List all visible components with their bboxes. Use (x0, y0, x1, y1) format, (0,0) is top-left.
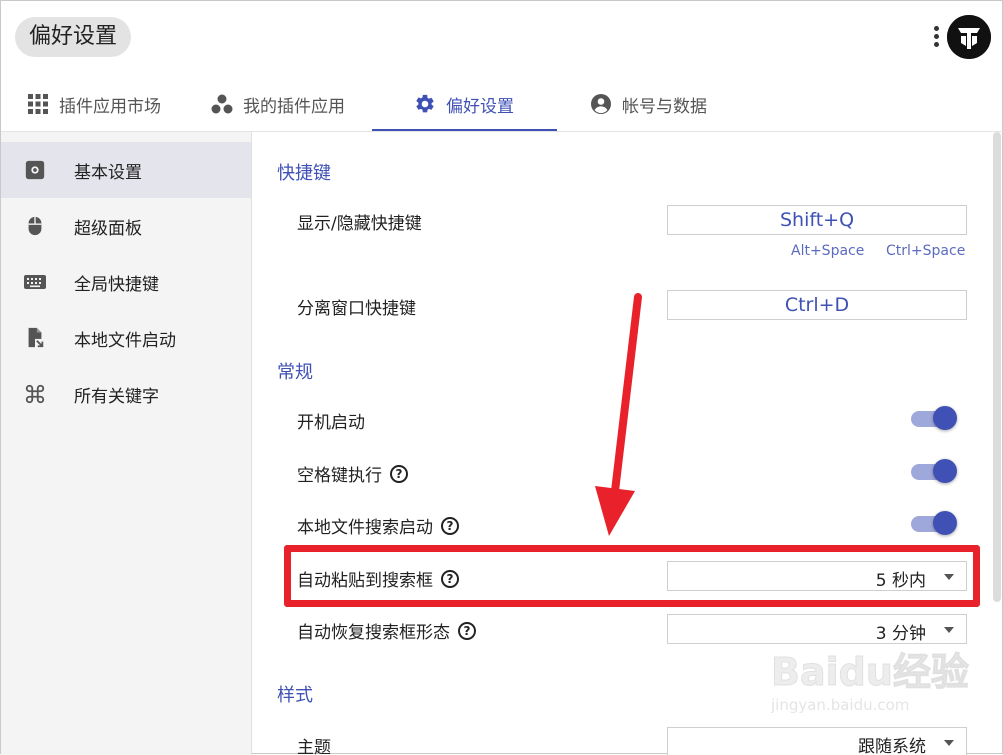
account-icon (591, 94, 611, 114)
theme-label: 主题 (297, 738, 331, 755)
space-exec-toggle[interactable] (909, 458, 957, 484)
chevron-down-icon (944, 740, 954, 746)
autostart-label: 开机启动 (297, 408, 365, 433)
tab-label: 帐号与数据 (622, 96, 707, 117)
content-scrollbar[interactable] (993, 132, 1001, 602)
page-title: 偏好设置 (15, 17, 132, 57)
baidu-watermark: Baidu经验 jingyan.baidu.com (771, 641, 991, 736)
detach-window-shortcut-input[interactable]: Ctrl+D (667, 290, 967, 320)
sidebar-item-label: 全局快捷键 (74, 274, 159, 295)
sidebar-item-label: 基本设置 (74, 162, 142, 183)
sidebar-item-global-hotkeys[interactable]: 全局快捷键 (1, 254, 251, 310)
sidebar-item-label: 所有关键字 (74, 386, 159, 407)
tab-my-plugins[interactable]: 我的插件应用 (211, 77, 345, 131)
app-logo[interactable] (947, 15, 991, 59)
autostart-toggle[interactable] (909, 405, 957, 431)
gear-icon (416, 94, 434, 113)
section-title-general: 常规 (277, 362, 313, 383)
more-vertical-icon[interactable] (927, 23, 945, 53)
apps-cluster-icon (211, 94, 233, 114)
detach-window-shortcut-label: 分离窗口快捷键 (297, 299, 416, 319)
help-icon[interactable]: ? (458, 621, 476, 640)
tab-preferences[interactable]: 偏好设置 (414, 77, 514, 131)
hint-ctrl-space[interactable]: Ctrl+Space (886, 243, 965, 259)
sidebar: 基本设置 超级面板 全局快捷键 本地文件启动 所有关键字 (1, 132, 252, 755)
local-search-label-text: 本地文件搜索启动 (297, 518, 433, 538)
red-highlight-box (284, 545, 980, 607)
sidebar-item-all-keywords[interactable]: 所有关键字 (1, 366, 251, 422)
autostart-label-text: 开机启动 (297, 413, 365, 433)
space-exec-label-text: 空格键执行 (297, 466, 382, 486)
local-search-label: 本地文件搜索启动? (297, 513, 459, 538)
keyboard-icon (23, 270, 47, 294)
command-key-icon (23, 382, 47, 406)
settings-box-icon (23, 158, 47, 182)
mouse-icon (23, 214, 47, 238)
tab-plugin-market[interactable]: 插件应用市场 (27, 77, 161, 131)
tab-label: 插件应用市场 (59, 96, 161, 117)
auto-restore-label-text: 自动恢复搜索框形态 (297, 623, 450, 643)
sidebar-item-label: 超级面板 (74, 218, 142, 239)
watermark-url: jingyan.baidu.com (771, 696, 910, 714)
auto-restore-label: 自动恢复搜索框形态? (297, 618, 476, 643)
chevron-down-icon (944, 627, 954, 633)
help-icon[interactable]: ? (390, 464, 408, 483)
sidebar-item-basic-settings[interactable]: 基本设置 (1, 142, 251, 198)
tab-account-data[interactable]: 帐号与数据 (590, 77, 707, 131)
section-title-style: 样式 (277, 685, 313, 706)
help-icon[interactable]: ? (441, 516, 459, 535)
sidebar-item-label: 本地文件启动 (74, 330, 176, 351)
local-search-toggle[interactable] (909, 510, 957, 536)
section-title-shortcuts: 快捷键 (277, 163, 331, 184)
grid-icon (28, 94, 48, 114)
main-tabs: 插件应用市场 我的插件应用 偏好设置 帐号与数据 (1, 77, 1003, 132)
red-arrow-annotation (595, 293, 642, 536)
tab-label: 偏好设置 (446, 96, 514, 117)
file-launch-icon (23, 326, 47, 350)
space-exec-label: 空格键执行? (297, 461, 408, 486)
show-hide-shortcut-label: 显示/隐藏快捷键 (297, 214, 422, 234)
sidebar-item-local-file-launch[interactable]: 本地文件启动 (1, 310, 251, 366)
show-hide-shortcut-input[interactable]: Shift+Q (667, 205, 967, 235)
sidebar-item-super-panel[interactable]: 超级面板 (1, 198, 251, 254)
auto-restore-select[interactable]: 3 分钟 (667, 614, 967, 644)
hint-alt-space[interactable]: Alt+Space (791, 243, 864, 259)
app-window: 偏好设置 插件应用市场 我的插件应用 偏好设置 帐号与数据 基本设置 超级面板 … (0, 0, 1003, 755)
active-tab-indicator (372, 129, 557, 131)
tab-label: 我的插件应用 (243, 96, 345, 117)
watermark-brand: Baidu经验 (771, 650, 970, 695)
